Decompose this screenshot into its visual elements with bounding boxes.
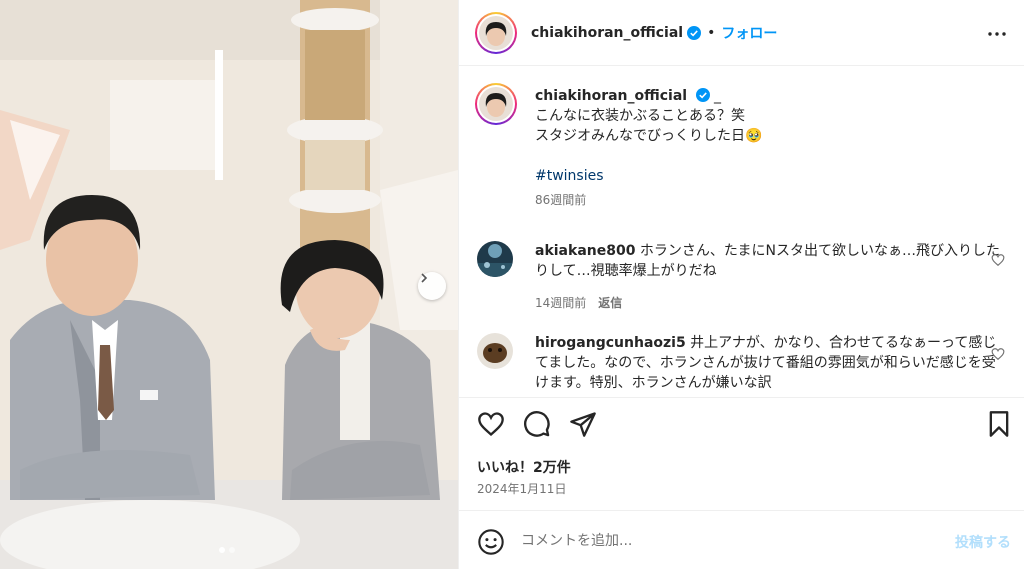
commenter-avatar[interactable] — [477, 333, 513, 369]
post-side-panel: chiakihoran_official • フォロー chiakihoran_… — [458, 0, 1024, 569]
carousel-dot — [229, 547, 235, 553]
post-header: chiakihoran_official • フォロー — [459, 0, 1024, 66]
caption-line: こんなに衣装かぶることある？笑 — [535, 108, 745, 124]
reply-button[interactable]: 返信 — [598, 296, 622, 310]
avatar-image — [477, 333, 513, 369]
commenter-username[interactable]: akiakane800 — [535, 243, 635, 259]
author-avatar[interactable] — [475, 11, 517, 54]
comment-time[interactable]: 14週間前 — [535, 296, 586, 310]
comment-input[interactable] — [521, 530, 921, 552]
more-options-icon[interactable] — [985, 22, 1009, 46]
post-comment-button[interactable]: 投稿する — [955, 532, 1011, 552]
like-count[interactable]: いいね！2万件 — [477, 457, 571, 477]
comment-item: hirogangcunhaozi5 井上アナが、かなり、合わせてるなぁーって感じ… — [475, 333, 1005, 397]
hashtag-link[interactable]: #twinsies — [535, 166, 1005, 186]
carousel-indicator — [219, 547, 235, 553]
comment-icon[interactable] — [523, 410, 551, 438]
carousel-dot — [219, 547, 225, 553]
caption-avatar[interactable] — [475, 83, 517, 125]
comment-item: akiakane800 ホランさん、たまにNスタ出て欲しいなぁ…飛び入りしたりし… — [475, 241, 1005, 315]
commenter-avatar[interactable] — [477, 241, 513, 277]
heart-icon[interactable] — [477, 410, 505, 438]
commenter-username[interactable]: hirogangcunhaozi5 — [535, 335, 686, 351]
comments-list[interactable]: chiakihoran_official _ こんなに衣装かぶることある？笑 ス… — [459, 67, 1024, 397]
follow-button[interactable]: フォロー — [721, 23, 777, 43]
caption-suffix: _ — [714, 88, 722, 104]
caption-line: スタジオみんなでびっくりした日 — [535, 128, 745, 144]
emoji-icon[interactable] — [477, 528, 505, 556]
bookmark-icon[interactable] — [985, 410, 1013, 438]
verified-badge-icon — [687, 25, 702, 40]
avatar-image — [477, 241, 513, 277]
chevron-right-icon — [421, 273, 428, 283]
author-username[interactable]: chiakihoran_official — [531, 25, 683, 41]
share-icon[interactable] — [569, 410, 597, 438]
caption-username[interactable]: chiakihoran_official — [535, 88, 687, 104]
post-photo[interactable] — [0, 0, 458, 569]
carousel-next-button[interactable] — [418, 272, 446, 300]
verified-badge-icon — [695, 88, 710, 102]
header-separator: • — [707, 24, 716, 41]
heart-icon[interactable] — [991, 253, 1005, 267]
avatar-image — [479, 87, 513, 121]
caption-time[interactable]: 86週間前 — [535, 190, 1005, 210]
action-bar: いいね！2万件 2024年1月11日 — [459, 397, 1024, 511]
photo-illustration — [0, 0, 458, 569]
caption-row: chiakihoran_official _ こんなに衣装かぶることある？笑 ス… — [475, 83, 1005, 223]
post-date[interactable]: 2024年1月11日 — [477, 480, 566, 497]
heart-icon[interactable] — [991, 347, 1005, 361]
avatar-image — [479, 15, 513, 50]
comment-composer: 投稿する — [459, 512, 1024, 569]
caption-emoji: 🥹 — [745, 128, 763, 144]
